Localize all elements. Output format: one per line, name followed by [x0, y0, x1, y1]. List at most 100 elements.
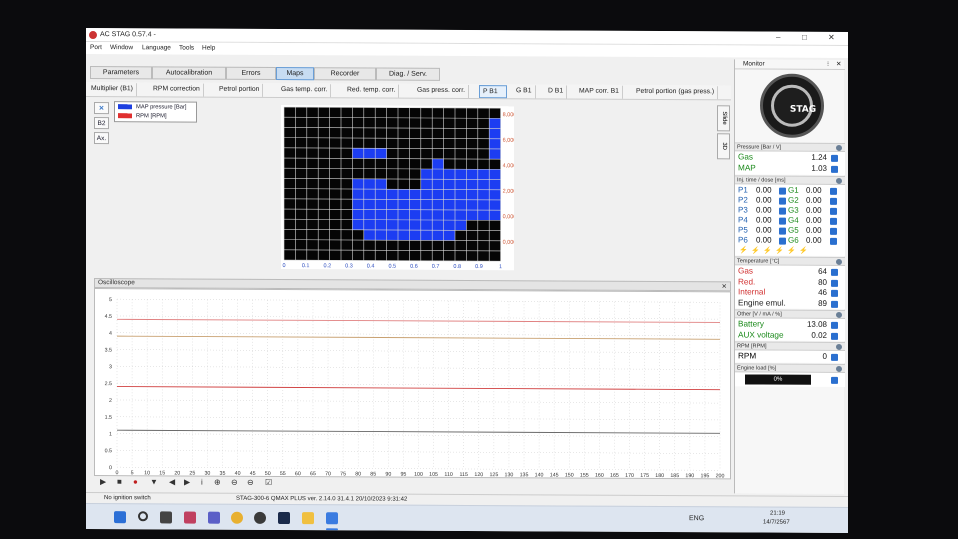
map-cell[interactable] — [477, 189, 490, 200]
map-cell[interactable] — [352, 148, 364, 159]
menu-tools[interactable]: Tools — [179, 44, 194, 51]
map-cell[interactable] — [477, 210, 490, 221]
maximize-button[interactable]: □ — [802, 33, 807, 42]
map-cell[interactable] — [375, 209, 387, 220]
map-cell[interactable] — [386, 219, 398, 231]
map-cell[interactable] — [420, 168, 433, 180]
map-cell[interactable] — [409, 209, 421, 220]
tab-autocalibration[interactable]: Autocalibration — [152, 66, 226, 80]
petrol-injector-checkbox[interactable] — [779, 207, 786, 215]
record-icon[interactable]: ● — [133, 477, 138, 486]
map-cell[interactable] — [489, 148, 501, 160]
map-cell[interactable] — [352, 209, 364, 220]
map-cell[interactable] — [386, 199, 398, 210]
settings-icon[interactable] — [254, 511, 266, 524]
oscilloscope-close-icon[interactable]: ✕ — [722, 282, 727, 290]
map-cell[interactable] — [466, 169, 478, 180]
temperature-checkbox[interactable] — [831, 289, 838, 297]
map-cell[interactable] — [443, 189, 456, 200]
section-toggle-icon[interactable] — [836, 144, 842, 151]
map-cell[interactable] — [443, 209, 456, 221]
rpm-checkbox[interactable] — [831, 353, 838, 361]
map-cell[interactable] — [489, 138, 501, 149]
map-cell[interactable] — [363, 189, 376, 200]
gas-injector-checkbox[interactable] — [830, 207, 837, 215]
map-cell[interactable] — [363, 178, 376, 190]
map-cell[interactable] — [489, 189, 501, 200]
subtab-p-b1[interactable]: P B1 — [479, 85, 507, 99]
subtab-gas-temp-corr[interactable]: Gas temp. corr. — [278, 84, 332, 98]
map-cell[interactable] — [409, 199, 421, 210]
map-cell[interactable] — [352, 178, 364, 190]
map-cell[interactable] — [363, 199, 376, 210]
map-cell[interactable] — [455, 179, 467, 190]
teams-icon[interactable] — [208, 511, 220, 524]
map-cell[interactable] — [443, 169, 456, 180]
map-cell[interactable] — [432, 209, 444, 221]
petrol-injector-checkbox[interactable] — [779, 227, 786, 235]
map-cell[interactable] — [363, 219, 376, 230]
subtab-gas-press-corr[interactable]: Gas press. corr. — [414, 84, 469, 99]
engine-load-checkbox[interactable] — [831, 376, 838, 384]
map-cell[interactable] — [455, 199, 467, 210]
map-cell[interactable] — [398, 230, 410, 241]
map-cell[interactable] — [352, 199, 364, 210]
search-icon[interactable] — [138, 511, 148, 522]
map-cell[interactable] — [409, 189, 421, 200]
stop-icon[interactable]: ■ — [117, 477, 122, 486]
gas-injector-checkbox[interactable] — [830, 197, 837, 205]
petrol-injector-checkbox[interactable] — [779, 187, 786, 195]
info-icon[interactable]: i — [201, 478, 203, 487]
subtab-rpm-correction[interactable]: RPM correction — [150, 83, 204, 97]
map-cell[interactable] — [466, 189, 478, 200]
menu-window[interactable]: Window — [110, 44, 133, 51]
section-toggle-icon[interactable] — [836, 343, 842, 350]
map-cell[interactable] — [489, 179, 501, 190]
injection-map[interactable]: 0 0.1 0.2 0.3 0.4 0.5 0.6 0.7 0.8 0.9 1 8,000 6,000 4… — [281, 105, 514, 271]
bank-b2-button[interactable]: B2 — [94, 117, 109, 130]
map-cell[interactable] — [386, 229, 398, 241]
subtab-map-corr-b1[interactable]: MAP corr. B1 — [576, 85, 623, 99]
map-cell[interactable] — [455, 169, 467, 180]
tab-3d[interactable]: 3D — [717, 133, 730, 160]
map-cell[interactable] — [466, 179, 478, 190]
map-cell[interactable] — [352, 219, 364, 230]
map-cell[interactable] — [420, 199, 433, 210]
map-cell[interactable] — [398, 189, 410, 200]
map-cell[interactable] — [443, 230, 456, 241]
map-cell[interactable] — [363, 209, 376, 220]
map-cell[interactable] — [443, 179, 456, 190]
map-cell[interactable] — [432, 199, 444, 210]
oscilloscope-plot[interactable]: 0 5 10 15 20 25 30 35 40 45 50 55 60 65 70 75 80 85 90 95 10… — [94, 288, 731, 480]
map-cell[interactable] — [489, 210, 501, 221]
map-cell[interactable] — [455, 189, 467, 200]
map-cell[interactable] — [420, 219, 433, 231]
map-cell[interactable] — [477, 179, 490, 190]
map-cell[interactable] — [455, 209, 467, 221]
gas-injector-checkbox[interactable] — [830, 237, 837, 245]
map-cell[interactable] — [398, 199, 410, 210]
petrol-injector-checkbox[interactable] — [779, 237, 786, 245]
scroll-left-icon[interactable]: ◀ — [169, 477, 175, 486]
map-cell[interactable] — [420, 209, 433, 221]
map-cell[interactable] — [466, 209, 478, 221]
tab-parameters[interactable]: Parameters — [90, 66, 152, 80]
map-cell[interactable] — [432, 169, 444, 180]
map-cell[interactable] — [432, 230, 444, 241]
map-cell[interactable] — [489, 118, 501, 129]
subtab-petrol-portion-gas-press[interactable]: Petrol portion (gas press.) — [633, 85, 719, 100]
tab-slide[interactable]: Slide — [717, 105, 730, 132]
subtab-g-b1[interactable]: G B1 — [513, 85, 536, 99]
map-cell[interactable] — [363, 229, 376, 241]
temperature-checkbox[interactable] — [831, 268, 838, 276]
map-grid[interactable]: 0 0.1 0.2 0.3 0.4 0.5 0.6 0.7 0.8 0.9 1 8,000 6,000 4… — [281, 105, 514, 270]
chrome-icon[interactable] — [231, 511, 243, 524]
map-cell[interactable] — [375, 148, 387, 159]
task-view-icon[interactable] — [160, 511, 172, 524]
map-cell[interactable] — [363, 148, 376, 159]
map-cell[interactable] — [375, 178, 387, 190]
monitor-close-icon[interactable]: ✕ — [836, 60, 841, 68]
map-cell[interactable] — [432, 220, 444, 231]
pressure-checkbox[interactable] — [831, 154, 838, 162]
close-button[interactable]: ✕ — [828, 33, 835, 42]
